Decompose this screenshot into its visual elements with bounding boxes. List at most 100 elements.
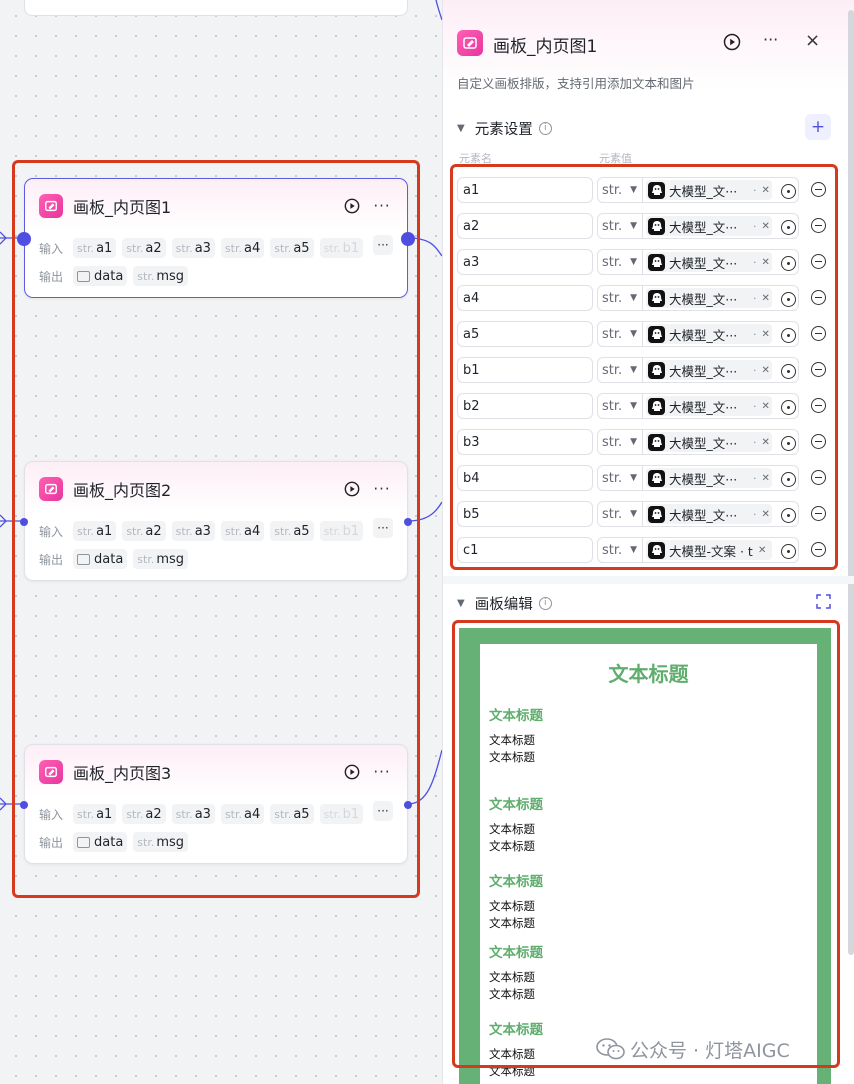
chevron-down-icon[interactable]: ▼ — [457, 598, 465, 609]
input-param[interactable]: str. a1 — [73, 238, 117, 258]
expand-icon[interactable] — [816, 594, 831, 613]
canvas-text-line[interactable]: 文本标题 — [489, 821, 535, 837]
reference-picker-icon[interactable] — [781, 436, 796, 451]
more-icon[interactable]: ··· — [371, 478, 393, 500]
element-value-field[interactable]: 大模型_文··· · ✕ — [643, 429, 799, 455]
element-type-select[interactable]: str. ▼ — [597, 537, 643, 563]
output-param[interactable]: str. msg — [133, 549, 189, 569]
element-name-input[interactable]: c1 — [457, 537, 593, 563]
element-value-field[interactable]: 大模型_文··· · ✕ — [643, 465, 799, 491]
element-name-input[interactable]: a4 — [457, 285, 593, 311]
reference-picker-icon[interactable] — [781, 472, 796, 487]
output-param[interactable]: data — [73, 832, 128, 852]
reference-chip[interactable]: 大模型_文··· · ✕ — [646, 468, 772, 488]
element-name-input[interactable]: a5 — [457, 321, 593, 347]
element-value-field[interactable]: 大模型_文··· · ✕ — [643, 177, 799, 203]
reference-picker-icon[interactable] — [781, 400, 796, 415]
run-icon[interactable] — [341, 195, 363, 217]
run-icon[interactable] — [341, 478, 363, 500]
input-param[interactable]: str. a2 — [122, 804, 166, 824]
output-port[interactable] — [401, 232, 415, 246]
remove-element-icon[interactable] — [811, 326, 826, 341]
clear-reference-icon[interactable]: ✕ — [758, 545, 766, 556]
more-inputs-button[interactable]: ··· — [373, 801, 393, 821]
canvas-text-line[interactable]: 文本标题 — [489, 732, 535, 748]
remove-element-icon[interactable] — [811, 506, 826, 521]
input-param[interactable]: str. a3 — [171, 521, 215, 541]
canvas-text-line[interactable]: 文本标题 — [489, 1046, 535, 1062]
input-param[interactable]: str. a3 — [171, 238, 215, 258]
input-param[interactable]: str. a2 — [122, 238, 166, 258]
reference-picker-icon[interactable] — [781, 256, 796, 271]
canvas-editor[interactable]: 文本标题 文本标题 文本标题 文本标题 文本标题 文本标题 文本标题 文本标题 文本标题 文本标… — [459, 628, 831, 1084]
element-value-field[interactable]: 大模型-文案 · t· ✕ — [643, 537, 799, 563]
reference-picker-icon[interactable] — [781, 544, 796, 559]
input-param[interactable]: str. a4 — [220, 238, 265, 258]
element-name-input[interactable]: b2 — [457, 393, 593, 419]
element-type-select[interactable]: str. ▼ — [597, 321, 643, 347]
previous-node-card[interactable] — [24, 0, 408, 16]
canvas-node-3[interactable]: 画板_内页图3 ··· 输入 str. a1 str. a2 str. a3 str. a4 st… — [20, 744, 412, 864]
reference-chip[interactable]: 大模型_文··· · ✕ — [646, 432, 772, 452]
input-port[interactable] — [17, 232, 31, 246]
chevron-down-icon[interactable]: ▼ — [457, 123, 465, 134]
panel-scrollbar[interactable] — [848, 10, 854, 955]
reference-chip[interactable]: 大模型_文··· · ✕ — [646, 288, 772, 308]
remove-element-icon[interactable] — [811, 470, 826, 485]
more-icon[interactable]: ··· — [371, 195, 393, 217]
clear-reference-icon[interactable]: ✕ — [762, 437, 770, 448]
output-param[interactable]: data — [73, 549, 128, 569]
clear-reference-icon[interactable]: ✕ — [762, 509, 770, 520]
element-type-select[interactable]: str. ▼ — [597, 177, 643, 203]
run-icon[interactable] — [341, 761, 363, 783]
reference-chip[interactable]: 大模型_文··· · ✕ — [646, 324, 772, 344]
reference-chip[interactable]: 大模型-文案 · t· ✕ — [646, 540, 772, 560]
element-name-input[interactable]: b4 — [457, 465, 593, 491]
output-param[interactable]: data — [73, 266, 128, 286]
input-param[interactable]: str. a2 — [122, 521, 166, 541]
element-name-input[interactable]: a2 — [457, 213, 593, 239]
canvas-main-title[interactable]: 文本标题 — [480, 658, 817, 687]
reference-picker-icon[interactable] — [781, 292, 796, 307]
reference-chip[interactable]: 大模型_文··· · ✕ — [646, 180, 772, 200]
clear-reference-icon[interactable]: ✕ — [762, 473, 770, 484]
remove-element-icon[interactable] — [811, 542, 826, 557]
info-icon[interactable]: i — [538, 596, 552, 610]
canvas-text-line[interactable]: 文本标题 — [489, 986, 535, 1002]
canvas-text-line[interactable]: 文本标题 — [489, 969, 535, 985]
canvas-text-line[interactable]: 文本标题 — [489, 838, 535, 854]
element-value-field[interactable]: 大模型_文··· · ✕ — [643, 249, 799, 275]
input-param[interactable]: str. a4 — [220, 804, 265, 824]
clear-reference-icon[interactable]: ✕ — [762, 257, 770, 268]
remove-element-icon[interactable] — [811, 362, 826, 377]
element-name-input[interactable]: a1 — [457, 177, 593, 203]
elements-section-header[interactable]: ▼ 元素设置 i + — [457, 114, 831, 140]
add-element-button[interactable]: + — [805, 114, 831, 140]
input-param[interactable]: str. a4 — [220, 521, 265, 541]
input-param[interactable]: str. a1 — [73, 521, 117, 541]
element-type-select[interactable]: str. ▼ — [597, 285, 643, 311]
element-type-select[interactable]: str. ▼ — [597, 249, 643, 275]
canvas-subtitle[interactable]: 文本标题 — [489, 870, 543, 890]
input-param[interactable]: str. a5 — [270, 521, 314, 541]
reference-picker-icon[interactable] — [781, 364, 796, 379]
canvas-text-line[interactable]: 文本标题 — [489, 749, 535, 765]
canvas-page[interactable]: 文本标题 文本标题 文本标题 文本标题 文本标题 文本标题 文本标题 文本标题 文本标题 文本标… — [480, 644, 817, 1084]
output-port[interactable] — [404, 801, 412, 809]
canvas-section-header[interactable]: ▼ 画板编辑 i — [457, 592, 831, 614]
more-inputs-button[interactable]: ··· — [373, 518, 393, 538]
more-inputs-button[interactable]: ··· — [373, 235, 393, 255]
reference-chip[interactable]: 大模型_文··· · ✕ — [646, 396, 772, 416]
remove-element-icon[interactable] — [811, 218, 826, 233]
reference-chip[interactable]: 大模型_文··· · ✕ — [646, 216, 772, 236]
close-icon[interactable]: × — [805, 30, 820, 51]
output-param[interactable]: str. msg — [133, 266, 189, 286]
element-type-select[interactable]: str. ▼ — [597, 357, 643, 383]
clear-reference-icon[interactable]: ✕ — [762, 401, 770, 412]
clear-reference-icon[interactable]: ✕ — [762, 293, 770, 304]
canvas-subtitle[interactable]: 文本标题 — [489, 704, 543, 724]
reference-chip[interactable]: 大模型_文··· · ✕ — [646, 252, 772, 272]
element-name-input[interactable]: b3 — [457, 429, 593, 455]
element-value-field[interactable]: 大模型_文··· · ✕ — [643, 321, 799, 347]
reference-chip[interactable]: 大模型_文··· · ✕ — [646, 360, 772, 380]
